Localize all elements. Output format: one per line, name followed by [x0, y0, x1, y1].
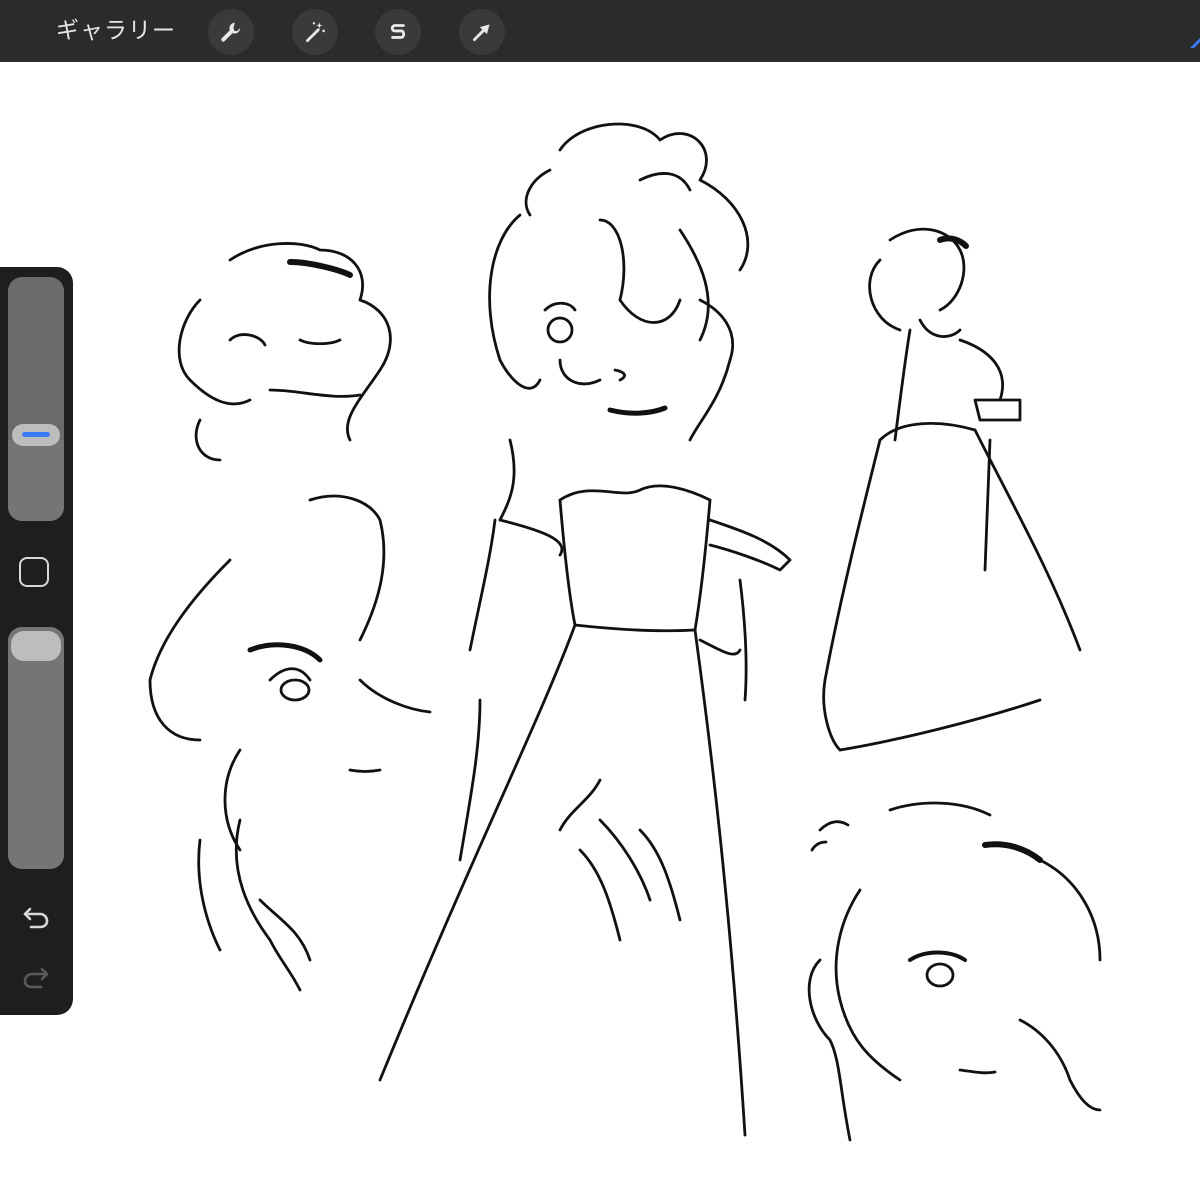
gallery-button[interactable]: ギャラリー [56, 14, 176, 48]
arrow-cursor-icon [473, 24, 490, 41]
undo-arrow-icon [23, 907, 49, 929]
left-sidebar [0, 267, 73, 1015]
brush-opacity-fill [8, 627, 64, 869]
wrench-icon [221, 22, 241, 42]
brush-size-slider[interactable] [8, 277, 64, 521]
selection-button[interactable] [375, 9, 421, 55]
top-toolbar: ギャラリー [0, 0, 1200, 62]
brush-tool-icon[interactable] [1188, 36, 1200, 48]
sketch-artwork [148, 122, 1102, 1142]
undo-button[interactable] [18, 899, 54, 935]
drawing-canvas[interactable] [0, 62, 1200, 1184]
brush-opacity-handle[interactable] [11, 631, 61, 661]
transform-button[interactable] [459, 9, 505, 55]
magic-wand-icon [306, 22, 325, 43]
brush-opacity-slider[interactable] [8, 627, 64, 869]
redo-arrow-icon [23, 967, 49, 989]
actions-button[interactable] [208, 9, 254, 55]
brush-size-handle[interactable] [12, 424, 60, 447]
brush-size-fill [8, 440, 64, 521]
modify-button[interactable] [19, 557, 49, 587]
adjustments-button[interactable] [292, 9, 338, 55]
redo-button[interactable] [18, 959, 54, 995]
selection-s-icon [390, 24, 406, 39]
